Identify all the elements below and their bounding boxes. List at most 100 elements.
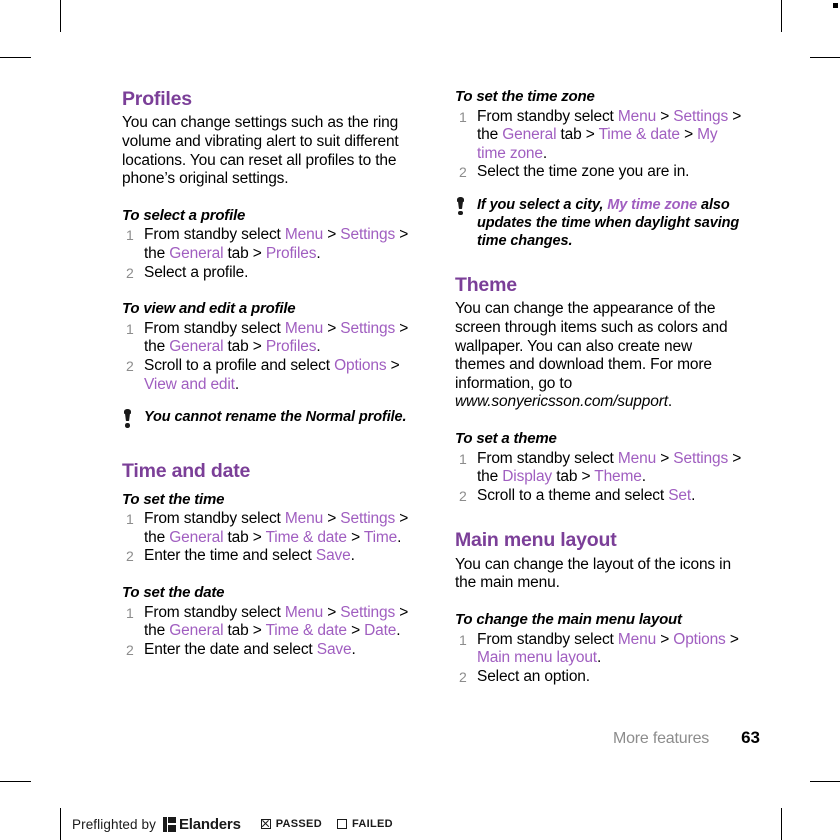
section-heading-main-menu-layout: Main menu layout xyxy=(455,529,617,552)
step-text: tab > xyxy=(556,126,599,144)
ui-term-general: General xyxy=(169,622,224,640)
list-item: From standby select Menu > Settings > th… xyxy=(122,226,412,263)
ui-term-menu: Menu xyxy=(284,226,324,244)
procedure-title-set-time-zone: To set the time zone xyxy=(455,88,595,105)
step-text: From standby select xyxy=(477,107,618,125)
section-heading-time-and-date: Time and date xyxy=(122,460,251,483)
ui-term-general: General xyxy=(169,244,224,262)
paragraph-part: . xyxy=(667,393,673,411)
separator: > xyxy=(346,622,365,640)
ui-term-main-menu-layout: Main menu layout xyxy=(477,649,597,667)
elanders-logo-icon xyxy=(162,816,176,832)
ui-term-profiles: Profiles xyxy=(265,244,317,262)
list-item: From standby select Menu > Settings > th… xyxy=(455,450,745,487)
crop-mark-top-left-horizontal xyxy=(0,57,31,58)
main-menu-layout-intro-paragraph: You can change the layout of the icons i… xyxy=(455,555,731,592)
step-text: . xyxy=(351,640,356,658)
step-text: . xyxy=(234,375,240,393)
ui-term-options: Options xyxy=(334,356,387,374)
separator: > xyxy=(323,319,341,337)
left-column: Profiles You can change settings such as… xyxy=(122,88,412,659)
ui-term-settings: Settings xyxy=(340,510,396,528)
procedure-title-set-date: To set the date xyxy=(122,583,225,601)
separator: > xyxy=(323,510,341,528)
list-item: From standby select Menu > Settings > th… xyxy=(122,510,412,547)
ui-term-view-and-edit: View and edit xyxy=(144,375,235,393)
tip-text-part: If you select a city, xyxy=(477,196,608,213)
step-text: tab > xyxy=(223,244,266,262)
failed-checkbox xyxy=(336,819,347,829)
page-number: 63 xyxy=(741,728,760,747)
passed-label: PASSED xyxy=(275,818,322,830)
step-text: Enter the time and select xyxy=(144,547,316,565)
crop-mark-top-right-vertical xyxy=(781,0,782,32)
procedure-steps-set-time-zone: From standby select Menu > Settings > th… xyxy=(455,108,745,182)
list-item: Scroll to a theme and select Set. xyxy=(455,487,745,506)
procedure-title-change-main-menu-layout: To change the main menu layout xyxy=(455,610,682,628)
separator: > xyxy=(656,630,674,648)
step-text: Select an option. xyxy=(477,667,590,685)
exclamation-icon xyxy=(123,409,132,430)
step-text: From standby select xyxy=(477,630,618,648)
step-text: From standby select xyxy=(144,319,285,337)
ui-term-settings: Settings xyxy=(673,449,729,467)
crop-mark-bottom-right-horizontal xyxy=(810,781,840,782)
procedure-title-select-profile: To select a profile xyxy=(122,206,246,224)
list-item: Scroll to a profile and select Options >… xyxy=(122,357,412,394)
separator: > xyxy=(386,356,400,374)
chapter-name: More features xyxy=(612,730,710,747)
elanders-logo-text: Elanders xyxy=(178,815,241,833)
ui-term-menu: Menu xyxy=(617,630,657,648)
ui-term-general: General xyxy=(169,528,224,546)
step-text: . xyxy=(316,338,321,356)
procedure-steps-view-edit-profile: From standby select Menu > Settings > th… xyxy=(122,320,412,394)
ui-term-general: General xyxy=(502,126,557,144)
step-text: From standby select xyxy=(144,510,285,528)
exclamation-icon xyxy=(456,196,465,218)
step-text: tab > xyxy=(552,468,595,486)
separator: > xyxy=(725,630,739,648)
paragraph-part: You can change the appearance of the scr… xyxy=(455,300,728,392)
step-text: . xyxy=(542,144,548,162)
tip-note-profiles: You cannot rename the Normal profile. xyxy=(122,408,412,428)
step-text: . xyxy=(396,622,401,640)
ui-term-date: Date xyxy=(364,622,397,640)
separator: > xyxy=(656,449,674,467)
procedure-steps-select-profile: From standby select Menu > Settings > th… xyxy=(122,226,412,282)
procedure-steps-set-theme: From standby select Menu > Settings > th… xyxy=(455,450,745,506)
ui-term-save: Save xyxy=(315,547,351,565)
ui-term-settings: Settings xyxy=(673,107,729,125)
step-text: Scroll to a theme and select xyxy=(477,486,669,504)
step-text: tab > xyxy=(223,622,266,640)
crop-mark-bottom-left-horizontal xyxy=(0,781,31,782)
ui-term-time: Time xyxy=(363,528,398,546)
profiles-intro-paragraph: You can change settings such as the ring… xyxy=(122,114,399,188)
list-item: Enter the date and select Save. xyxy=(122,641,412,660)
ui-term-theme: Theme xyxy=(594,468,642,486)
procedure-title-set-time: To set the time xyxy=(122,490,225,508)
step-text: From standby select xyxy=(477,449,618,467)
separator: > xyxy=(656,107,674,125)
list-item: From standby select Menu > Options > Mai… xyxy=(455,631,745,668)
step-text: From standby select xyxy=(144,603,285,621)
ui-term-settings: Settings xyxy=(340,319,396,337)
passed-checkbox xyxy=(260,819,271,829)
procedure-title-set-theme: To set a theme xyxy=(455,429,557,447)
list-item: Enter the time and select Save. xyxy=(122,547,412,566)
registration-dot xyxy=(833,3,838,8)
page-footer: More features 63 xyxy=(0,728,760,748)
list-item: From standby select Menu > Settings > th… xyxy=(122,320,412,357)
separator: > xyxy=(346,528,364,546)
step-text: . xyxy=(397,528,402,546)
ui-term-options: Options xyxy=(673,630,726,648)
ui-term-menu: Menu xyxy=(284,319,324,337)
section-heading-theme: Theme xyxy=(455,273,517,296)
ui-term-profiles: Profiles xyxy=(265,338,317,356)
separator: > xyxy=(323,603,341,621)
ui-term-menu: Menu xyxy=(617,449,657,467)
step-text: . xyxy=(316,244,321,262)
tip-text: If you select a city, My time zone also … xyxy=(477,197,739,249)
step-text: From standby select xyxy=(144,226,285,244)
step-text: . xyxy=(641,468,646,486)
